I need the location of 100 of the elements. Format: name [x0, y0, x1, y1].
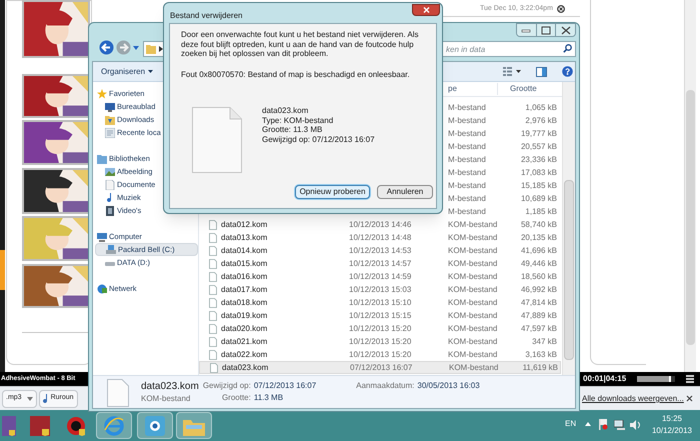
- file-row[interactable]: data014.kom 10/12/2013 14:53 KOM-bestand 41,696 kB: [199, 244, 561, 257]
- file-name: data023.kom: [222, 362, 268, 374]
- size-cell: 23,336 kB: [520, 154, 557, 164]
- column-header[interactable]: Grootte: [497, 83, 557, 95]
- file-name: data022.kom: [221, 348, 268, 360]
- date-cell: 10/12/2013 15:20: [349, 324, 412, 332]
- scrollbar[interactable]: [684, 0, 696, 372]
- menu-icon[interactable]: [686, 375, 694, 383]
- list-view-icon: [503, 67, 512, 76]
- preview-pane-icon[interactable]: [536, 67, 547, 77]
- type-cell: KOM-bestand: [448, 350, 498, 358]
- search-field[interactable]: ken in data: [441, 41, 576, 57]
- size-cell: 46,992 kB: [520, 284, 557, 294]
- dialog-title: Bestand verwijderen: [170, 10, 242, 22]
- time-text: 00:01|04:15: [583, 373, 626, 385]
- type-cell: KOM-bestand: [448, 284, 498, 294]
- file-row[interactable]: data020.kom 10/12/2013 15:20 KOM-bestand 47,597 kB: [199, 322, 561, 335]
- caret-icon[interactable]: [133, 46, 139, 50]
- type-cell: M-bestand: [448, 206, 486, 216]
- file-info: Type: KOM-bestand: [262, 116, 334, 125]
- size-cell: 15,185 kB: [520, 180, 557, 190]
- date-cell: 10/12/2013 14:46: [349, 220, 412, 228]
- type-cell: KOM-bestand: [448, 298, 498, 306]
- type-cell: M-bestand: [448, 116, 486, 124]
- file-name: data013.kom: [221, 232, 268, 244]
- scroll-thumb[interactable]: [686, 90, 695, 345]
- close-button[interactable]: [556, 24, 575, 36]
- size-cell: 47,814 kB: [520, 298, 557, 306]
- size-cell: 47,597 kB: [520, 324, 557, 332]
- type-cell: KOM-bestand: [448, 336, 498, 346]
- date-cell: 10/12/2013 14:57: [349, 258, 412, 268]
- file-name: data021.kom: [221, 336, 268, 348]
- scrollbar[interactable]: [562, 82, 575, 375]
- shield-icon: [2, 416, 16, 436]
- drive-icon: [106, 244, 116, 254]
- shield-icon: [30, 416, 50, 436]
- date-cell: 10/12/2013 14:53: [349, 246, 412, 254]
- search-icon[interactable]: [563, 44, 572, 53]
- language-indicator[interactable]: EN: [565, 418, 576, 430]
- file-row[interactable]: data021.kom 10/12/2013 15:20 KOM-bestand 347 kB: [199, 335, 561, 348]
- file-row[interactable]: data019.kom 10/12/2013 15:15 KOM-bestand 47,889 kB: [199, 309, 561, 322]
- chevron-icon[interactable]: [159, 46, 163, 52]
- type-cell: KOM-bestand: [448, 324, 498, 332]
- scroll-thumb[interactable]: [564, 180, 574, 360]
- clock-time[interactable]: 15:25: [662, 413, 682, 425]
- show-all-link[interactable]: Alle downloads weergeven...: [582, 393, 684, 405]
- file-row[interactable]: data023.kom 07/12/2013 16:07 KOM-bestand 11,619 kB: [199, 361, 561, 374]
- file-type: KOM-bestand: [141, 392, 192, 404]
- close-icon[interactable]: [556, 5, 565, 14]
- file-row[interactable]: data013.kom 10/12/2013 14:48 KOM-bestand 20,135 kB: [199, 231, 561, 244]
- volume-icon[interactable]: [630, 420, 641, 430]
- file-row[interactable]: data012.kom 10/12/2013 14:46 KOM-bestand 58,740 kB: [199, 218, 561, 231]
- clock-date[interactable]: 10/12/2013: [652, 425, 692, 437]
- type-cell: KOM-bestand: [448, 232, 498, 242]
- type-cell: KOM-bestand: [448, 258, 498, 268]
- size-cell: 17,083 kB: [520, 168, 557, 176]
- size-cell: 49,446 kB: [520, 258, 557, 268]
- file-name: data023.kom: [141, 380, 199, 392]
- flag-icon[interactable]: [598, 419, 608, 430]
- maximize-button[interactable]: [536, 24, 556, 36]
- date-cell: 10/12/2013 15:03: [349, 284, 412, 294]
- organize-button[interactable]: Organiseren: [101, 66, 154, 78]
- field-label: Aanmaakdatum:: [356, 380, 414, 392]
- close-button[interactable]: [412, 4, 440, 16]
- file-row[interactable]: data018.kom 10/12/2013 15:10 KOM-bestand 47,814 kB: [199, 296, 561, 309]
- caret-icon: [148, 70, 154, 73]
- dialog-button[interactable]: Annuleren: [377, 185, 433, 199]
- back-icon[interactable]: [99, 40, 114, 55]
- file-name: data016.kom: [221, 270, 268, 282]
- field-value: 11.3 MB: [254, 392, 284, 404]
- type-cell: KOM-bestand: [449, 362, 498, 372]
- size-cell: 19,777 kB: [520, 128, 557, 138]
- image-icon: [105, 166, 115, 176]
- caret-icon: [26, 396, 33, 400]
- network-icon[interactable]: [614, 420, 625, 430]
- date-cell: 07/12/2013 16:07: [350, 362, 412, 372]
- help-icon[interactable]: [562, 66, 573, 77]
- arrow-up-icon[interactable]: [585, 422, 591, 426]
- dialog-button[interactable]: Opnieuw proberen: [295, 185, 370, 199]
- minimize-button[interactable]: [517, 24, 537, 36]
- size-cell: 347 kB: [532, 336, 557, 346]
- size-cell: 18,560 kB: [520, 272, 557, 280]
- star-icon: [97, 88, 107, 98]
- file-info: data023.kom: [262, 106, 310, 116]
- date-cell: 10/12/2013 15:20: [349, 350, 412, 358]
- monitor-icon: [105, 102, 115, 112]
- caret-icon: [516, 70, 521, 73]
- file-row[interactable]: data016.kom 10/12/2013 14:59 KOM-bestand 18,560 kB: [199, 270, 561, 283]
- file-name: data018.kom: [221, 296, 268, 308]
- field-value: 30/05/2013 16:03: [417, 380, 480, 392]
- file-row[interactable]: data022.kom 10/12/2013 15:20 KOM-bestand 3,163 kB: [199, 348, 561, 361]
- view-button[interactable]: [503, 67, 521, 76]
- file-row[interactable]: data015.kom 10/12/2013 14:57 KOM-bestand 49,446 kB: [199, 257, 561, 270]
- column-header[interactable]: pe: [443, 83, 497, 95]
- size-cell: 20,135 kB: [520, 232, 557, 242]
- close-icon[interactable]: [686, 395, 693, 402]
- computer-icon: [97, 232, 107, 242]
- date-cell: 10/12/2013 15:10: [349, 298, 412, 306]
- file-row[interactable]: data017.kom 10/12/2013 15:03 KOM-bestand 46,992 kB: [199, 283, 561, 296]
- type-cell: M-bestand: [448, 128, 486, 138]
